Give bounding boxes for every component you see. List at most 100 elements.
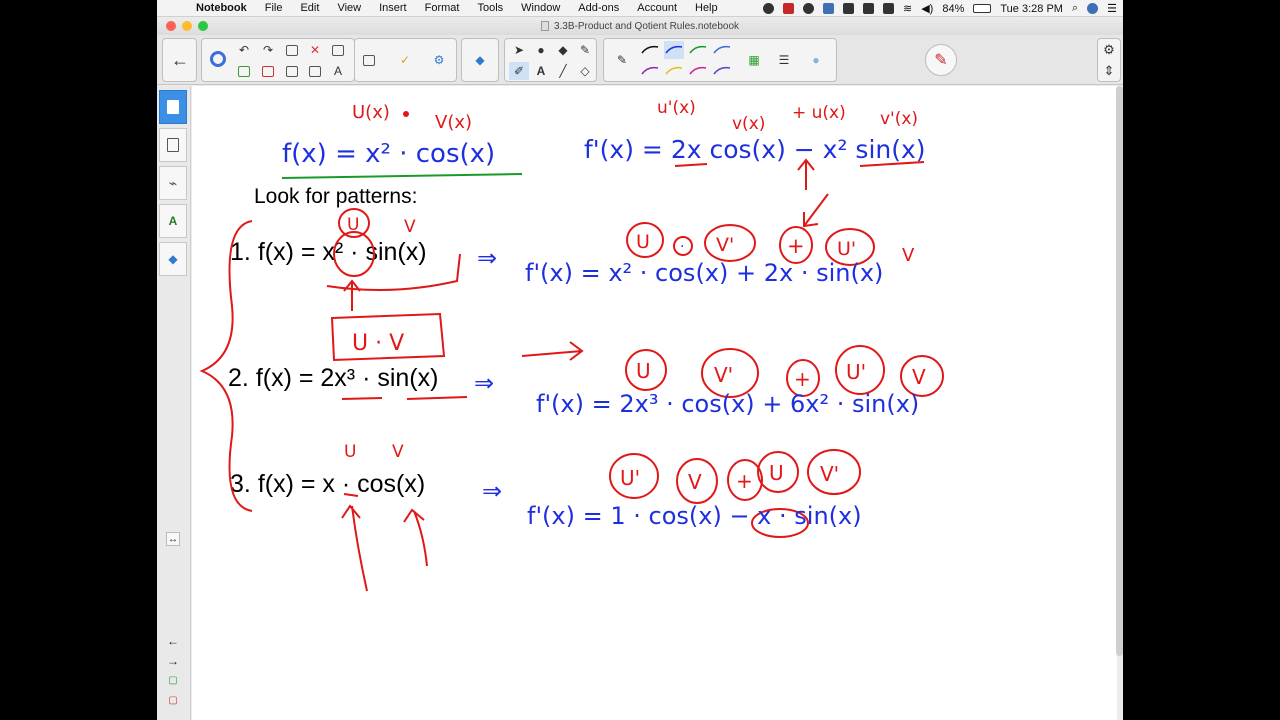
menu-insert[interactable]: Insert — [370, 2, 416, 14]
back-arrow-icon[interactable]: ← — [170, 50, 190, 70]
siri-icon[interactable] — [1087, 3, 1099, 14]
ink-label-3: + u(x) — [792, 103, 846, 123]
ink-example-top-right: u'(x) v(x) + u(x) v'(x) f'(x) = 2x cos(x… — [584, 98, 926, 228]
menu-account[interactable]: Account — [628, 2, 686, 14]
text-tray-icon[interactable] — [863, 3, 874, 14]
ink-top-left-expr: f(x) = x² · cos(x) — [282, 139, 495, 169]
menu-app-name[interactable]: Notebook — [187, 2, 256, 14]
cloud-tray-icon[interactable] — [843, 3, 854, 14]
page-sorter-tab[interactable] — [159, 90, 187, 124]
color-palette-icon[interactable]: ▦ — [744, 51, 764, 69]
pen-style-blue-light[interactable] — [712, 41, 732, 59]
pen-style-blue[interactable] — [664, 41, 684, 59]
delete-icon[interactable]: ✕ — [305, 41, 325, 59]
mac-menu-bar: Notebook File Edit View Insert Format To… — [157, 0, 1123, 17]
toolbar-position-icon[interactable]: ⇕ — [1104, 63, 1115, 79]
delete-page-small-icon[interactable]: ▢ — [166, 694, 180, 708]
ink-p1-label-v2: V — [902, 245, 915, 266]
notebook-page[interactable]: Look for patterns: 1. f(x) = x² · sin(x)… — [192, 86, 1117, 720]
ink-p1-dot: · — [680, 239, 684, 255]
clock[interactable]: Tue 3:28 PM — [1000, 3, 1063, 15]
menu-tools[interactable]: Tools — [468, 2, 512, 14]
next-page-icon[interactable]: → — [166, 654, 180, 668]
eraser-icon[interactable]: ◇ — [575, 62, 595, 80]
menu-view[interactable]: View — [328, 2, 370, 14]
ink-p1-label-u: U — [636, 231, 650, 253]
transparency-icon[interactable]: ● — [806, 51, 826, 69]
line-style-icon[interactable]: ☰ — [774, 51, 794, 69]
pen-style-purple[interactable] — [640, 62, 660, 80]
fill-icon[interactable]: ◆ — [553, 41, 573, 59]
zoom-window-button[interactable] — [198, 21, 208, 31]
magic-pen-icon[interactable]: ✎ — [575, 41, 595, 59]
menu-window[interactable]: Window — [512, 2, 569, 14]
shapes-icon[interactable]: ● — [531, 41, 551, 59]
pen-properties-group: ✎ ▦ ☰ ● — [603, 38, 837, 82]
previous-page-icon[interactable]: ← — [166, 634, 180, 648]
menu-addons[interactable]: Add-ons — [569, 2, 628, 14]
spotlight-search-icon[interactable]: ⌕ — [1072, 2, 1078, 15]
addons-tab[interactable]: ◆ — [159, 242, 187, 276]
pen-style-violet[interactable] — [712, 62, 732, 80]
ink-p1-label-up: U' — [837, 238, 856, 260]
capture-icon[interactable] — [359, 51, 379, 69]
ink-v-label: V(x) — [435, 112, 472, 133]
menu-edit[interactable]: Edit — [291, 2, 328, 14]
menu-format[interactable]: Format — [416, 2, 469, 14]
volume-icon[interactable]: ◀) — [921, 2, 933, 15]
display-tray-icon[interactable] — [883, 3, 894, 14]
ink-u-label: U(x) — [352, 102, 390, 123]
ink-p3-label-vp: V' — [820, 462, 839, 486]
sidebar-toggle-icon[interactable]: ↔ — [166, 532, 180, 546]
undo-icon[interactable]: ↶ — [234, 41, 254, 59]
pen-tool-icon[interactable]: ✐ — [509, 62, 529, 80]
undo-circle-button[interactable] — [208, 50, 228, 68]
page-scrollbar[interactable] — [1116, 86, 1123, 656]
menu-file[interactable]: File — [256, 2, 292, 14]
minimize-window-button[interactable] — [182, 21, 192, 31]
gallery-icon — [167, 138, 179, 152]
response-icon[interactable]: ⚙ — [429, 51, 449, 69]
ink-problem-3: U V ⇒ U' V + U V' f'(x) = 1 · cos(x) − x… — [341, 442, 862, 592]
line-tool-icon[interactable]: ╱ — [553, 62, 573, 80]
table-icon[interactable] — [328, 41, 348, 59]
status-tray: ≋ ◀) 84% Tue 3:28 PM ⌕ ☰ — [763, 0, 1117, 17]
close-window-button[interactable] — [166, 21, 176, 31]
sync-tray-icon[interactable] — [823, 3, 834, 14]
ink-p2-label-vp: V' — [714, 363, 733, 387]
pen-style-magenta[interactable] — [688, 62, 708, 80]
add-page-icon[interactable] — [234, 62, 254, 80]
wifi-icon[interactable]: ≋ — [903, 2, 912, 15]
screen-shade-icon[interactable] — [305, 62, 325, 80]
delete-page-icon[interactable] — [258, 62, 278, 80]
redo-icon[interactable]: ↷ — [258, 41, 278, 59]
record-tray-icon[interactable] — [763, 3, 774, 14]
attachments-tab[interactable]: ⌁ — [159, 166, 187, 200]
notebook-app-window: Notebook File Edit View Insert Format To… — [157, 0, 1123, 720]
battery-percent[interactable]: 84% — [942, 3, 964, 15]
ink-brace — [199, 220, 253, 512]
menu-help[interactable]: Help — [686, 2, 727, 14]
pen-style-green[interactable] — [688, 41, 708, 59]
pen-record-icon[interactable]: ✎ — [925, 44, 957, 76]
text-tool-icon[interactable]: A — [531, 62, 551, 80]
select-pointer-icon[interactable]: ➤ — [509, 41, 529, 59]
gear-icon[interactable]: ⚙ — [1103, 42, 1115, 58]
save-icon[interactable] — [282, 62, 302, 80]
app-tray-icon[interactable] — [783, 3, 794, 14]
ink-up-arrow — [797, 158, 815, 190]
pen-style-black[interactable] — [640, 41, 660, 59]
properties-tab[interactable]: A — [159, 204, 187, 238]
screen-tray-icon[interactable] — [803, 3, 814, 14]
add-page-small-icon[interactable]: ▢ — [166, 674, 180, 688]
pen-style-yellow[interactable] — [664, 62, 684, 80]
lab-tools-icon[interactable]: ◆ — [470, 51, 490, 69]
pen-properties-icon[interactable]: ✎ — [612, 51, 632, 69]
notification-center-icon[interactable]: ☰ — [1107, 2, 1117, 15]
paperclip-icon: ⌁ — [168, 174, 178, 191]
ink-p3-label-u: U — [769, 461, 784, 485]
text-box-icon[interactable]: A — [328, 62, 348, 80]
paste-icon[interactable] — [282, 41, 302, 59]
gallery-tab[interactable] — [159, 128, 187, 162]
activity-builder-icon[interactable]: ✓ — [395, 51, 415, 69]
